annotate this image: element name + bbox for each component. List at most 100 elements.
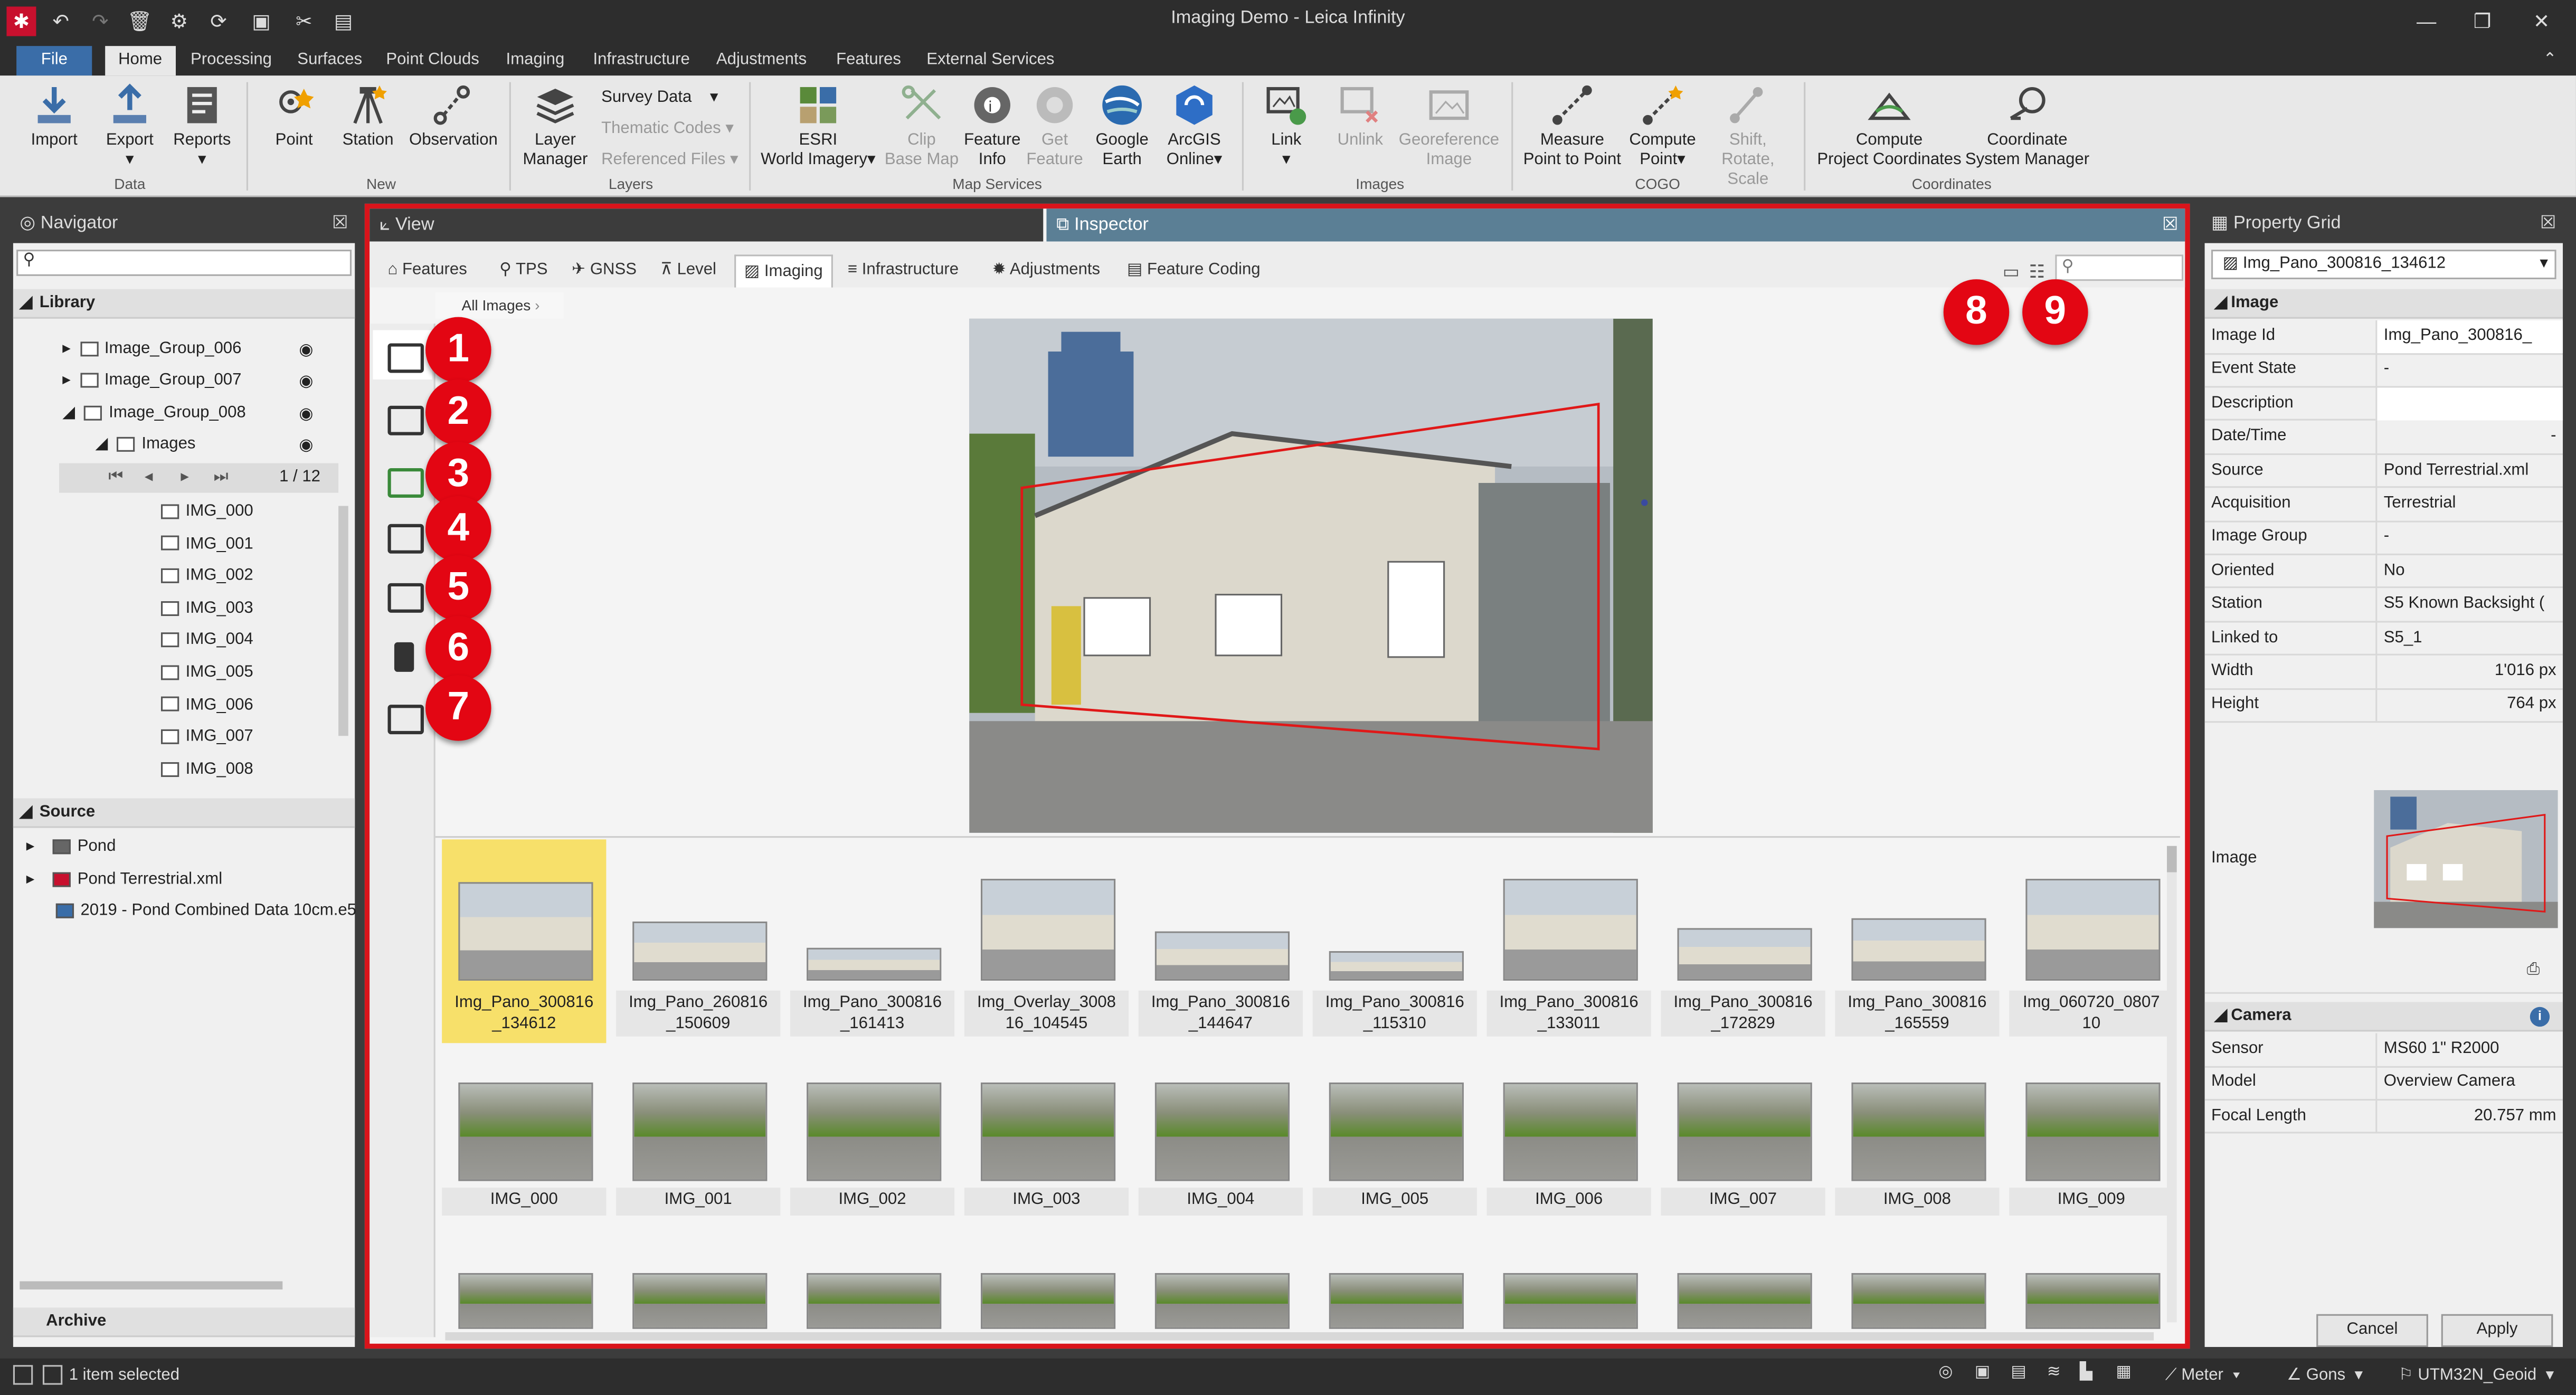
tab-external-services[interactable]: External Services — [913, 46, 1067, 75]
scrollbar-thumb[interactable] — [2166, 846, 2177, 872]
tab-infrastructure-inspector[interactable]: ≡ Infrastructure — [839, 254, 967, 287]
thumbnail-item[interactable]: Img_Pano_300816 _165559 — [1835, 839, 2000, 1043]
thumbnail-item[interactable]: IMG_009 — [2009, 1050, 2174, 1230]
arcgis-online-button[interactable]: ArcGIS Online▾ — [1160, 82, 1229, 171]
thumbnail-item[interactable]: IMG_005 — [1312, 1050, 1477, 1230]
chart-icon[interactable]: ▙ — [2080, 1363, 2092, 1381]
tree-group-row[interactable]: ▸ Image_Group_007 — [62, 366, 241, 396]
tab-point-clouds[interactable]: Point Clouds — [373, 46, 492, 75]
thumbnail-item[interactable] — [1313, 1244, 1477, 1329]
single-view-icon[interactable]: ▭ — [2003, 261, 2020, 282]
unit-selector[interactable]: ⟋ Meter ▾ — [2165, 1366, 2240, 1384]
measure-point-to-point-button[interactable]: Measure Point to Point — [1518, 82, 1626, 171]
compute-point-button[interactable]: Compute Point▾ — [1626, 82, 1699, 171]
source-section[interactable]: ◢ Source — [13, 798, 355, 828]
inspector-close-icon[interactable]: ☒ — [2162, 208, 2179, 241]
image-list-item[interactable]: IMG_001 — [160, 530, 253, 559]
tab-gnss[interactable]: ✈ GNSS — [563, 254, 645, 287]
tree-images-folder[interactable]: ◢ Images — [96, 430, 196, 460]
thumbnail-item[interactable]: IMG_006 — [1486, 1050, 1651, 1230]
link-button[interactable]: Link ▾ — [1258, 82, 1314, 171]
visibility-eye-icon[interactable]: ◉ — [299, 373, 313, 391]
info-icon[interactable]: i — [2530, 1007, 2550, 1027]
image-section[interactable]: ◢ Image — [2204, 289, 2563, 319]
thumbnail-item[interactable]: Img_Pano_300816 _134612 — [442, 839, 607, 1043]
thumbnail-item[interactable]: Img_Pano_260816 _150609 — [616, 839, 781, 1043]
thumbnail-hscrollbar[interactable] — [445, 1332, 2154, 1341]
property-object-selector[interactable]: ▨ Img_Pano_300816_134612 ▾ — [2211, 250, 2556, 280]
close-button[interactable]: ✕ — [2517, 6, 2566, 36]
tab-features-inspector[interactable]: ⌂ Features — [380, 254, 475, 287]
tab-imaging[interactable]: Imaging — [493, 46, 578, 75]
thumbnail-item[interactable]: IMG_004 — [1138, 1050, 1303, 1230]
thumbnail-item[interactable] — [442, 1244, 606, 1329]
minimize-button[interactable]: — — [2402, 6, 2451, 36]
thumbnail-item[interactable]: IMG_000 — [442, 1050, 607, 1230]
tab-imaging-inspector[interactable]: ▨ Imaging — [734, 254, 833, 288]
georeference-image-button[interactable]: Georeference Image — [1396, 82, 1501, 171]
unlink-button[interactable]: Unlink — [1331, 82, 1390, 151]
thumbnail-item[interactable] — [1835, 1244, 1999, 1329]
table-icon[interactable]: ▤ — [2011, 1363, 2026, 1381]
thumbnail-item[interactable] — [1661, 1244, 1825, 1329]
image-list-item[interactable]: IMG_007 — [160, 723, 253, 753]
tab-adjustments[interactable]: Adjustments — [703, 46, 820, 75]
property-value[interactable]: Img_Pano_300816_ — [2375, 320, 2563, 354]
image-preview-thumbnail[interactable] — [2374, 790, 2558, 928]
get-feature-button[interactable]: Get Feature — [1025, 82, 1084, 171]
snap-icon[interactable]: ◎ — [1938, 1363, 1953, 1381]
coordinate-system-manager-button[interactable]: Coordinate System Manager — [1965, 82, 2090, 171]
navigator-scrollbar[interactable] — [338, 506, 348, 736]
last-page-icon[interactable]: ⏭ — [214, 468, 229, 486]
observation-button[interactable]: Observation — [408, 82, 499, 151]
visibility-eye-icon[interactable]: ◉ — [299, 341, 313, 359]
esri-world-imagery-button[interactable]: ESRI World Imagery▾ — [759, 82, 877, 171]
thumbnail-item[interactable] — [2009, 1244, 2173, 1329]
source-item[interactable]: ▸ Pond — [26, 833, 116, 862]
import-button[interactable]: Import — [23, 82, 86, 151]
show-image-tool-icon[interactable] — [387, 343, 424, 373]
navigator-close-icon[interactable]: ☒ — [332, 207, 348, 240]
file-tab[interactable]: File — [16, 46, 92, 76]
thumbnail-item[interactable] — [964, 1244, 1129, 1329]
tab-adjustments-inspector[interactable]: ✹ Adjustments — [984, 254, 1108, 287]
crs-selector[interactable]: ⚐ UTM32N_Geoid ▾ — [2399, 1366, 2554, 1384]
source-item[interactable]: ▸ Pond Terrestrial.xml — [26, 866, 222, 895]
tab-infrastructure[interactable]: Infrastructure — [580, 46, 703, 75]
visibility-eye-icon[interactable]: ◉ — [299, 437, 313, 455]
thumbnail-item[interactable]: Img_Pano_300816 _115310 — [1312, 839, 1477, 1043]
angle-selector[interactable]: ∠ Gons ▾ — [2287, 1366, 2363, 1384]
source-item[interactable]: 2019 - Pond Combined Data 10cm.e5 — [55, 897, 356, 926]
thumbnail-item[interactable]: Img_Pano_300816 _161413 — [790, 839, 955, 1043]
tab-features[interactable]: Features — [823, 46, 914, 75]
camera-section[interactable]: ◢ Camera i — [2204, 1002, 2563, 1032]
measure-image-tool-icon[interactable] — [387, 705, 424, 735]
image-settings-tool-icon[interactable] — [387, 583, 424, 613]
maximize-button[interactable]: ❐ — [2458, 6, 2507, 36]
property-grid-close-icon[interactable]: ☒ — [2540, 207, 2556, 240]
navigator-search-input[interactable]: ⚲ — [16, 250, 352, 276]
grid-icon[interactable]: ▣ — [1975, 1363, 1990, 1381]
tab-level[interactable]: ⊼ Level — [652, 254, 725, 287]
inspector-search-input[interactable]: ⚲ — [2055, 254, 2184, 281]
thumbnail-item[interactable]: IMG_003 — [964, 1050, 1129, 1230]
first-page-icon[interactable]: ⏮ — [108, 468, 123, 486]
tree-group-row[interactable]: ◢ Image_Group_008 — [62, 399, 245, 429]
breadcrumb[interactable]: All Images › — [435, 292, 563, 319]
thumbnail-item[interactable]: IMG_001 — [616, 1050, 781, 1230]
thumbnail-item[interactable]: Img_Overlay_3008 16_104545 — [964, 839, 1129, 1043]
image-list-item[interactable]: IMG_000 — [160, 498, 253, 527]
link-image-tool-icon[interactable] — [387, 468, 424, 498]
main-image-viewer[interactable] — [969, 318, 1653, 833]
thumbnail-item[interactable]: Img_Pano_300816 _144647 — [1138, 839, 1303, 1043]
prev-page-icon[interactable]: ◂ — [145, 468, 153, 486]
thematic-codes-dropdown[interactable]: Thematic Codes ▾ — [601, 120, 734, 138]
point-button[interactable]: Point — [266, 82, 322, 151]
navigator-hscrollbar[interactable] — [20, 1281, 283, 1290]
thumbnail-item[interactable] — [1487, 1244, 1651, 1329]
compute-project-coordinates-button[interactable]: Compute Project Coordinates — [1814, 82, 1965, 171]
tab-surfaces[interactable]: Surfaces — [284, 46, 375, 75]
visibility-eye-icon[interactable]: ◉ — [299, 406, 313, 424]
thumbnail-item[interactable]: Img_Pano_300816 _133011 — [1486, 839, 1651, 1043]
panorama-tool-icon[interactable] — [387, 524, 424, 554]
